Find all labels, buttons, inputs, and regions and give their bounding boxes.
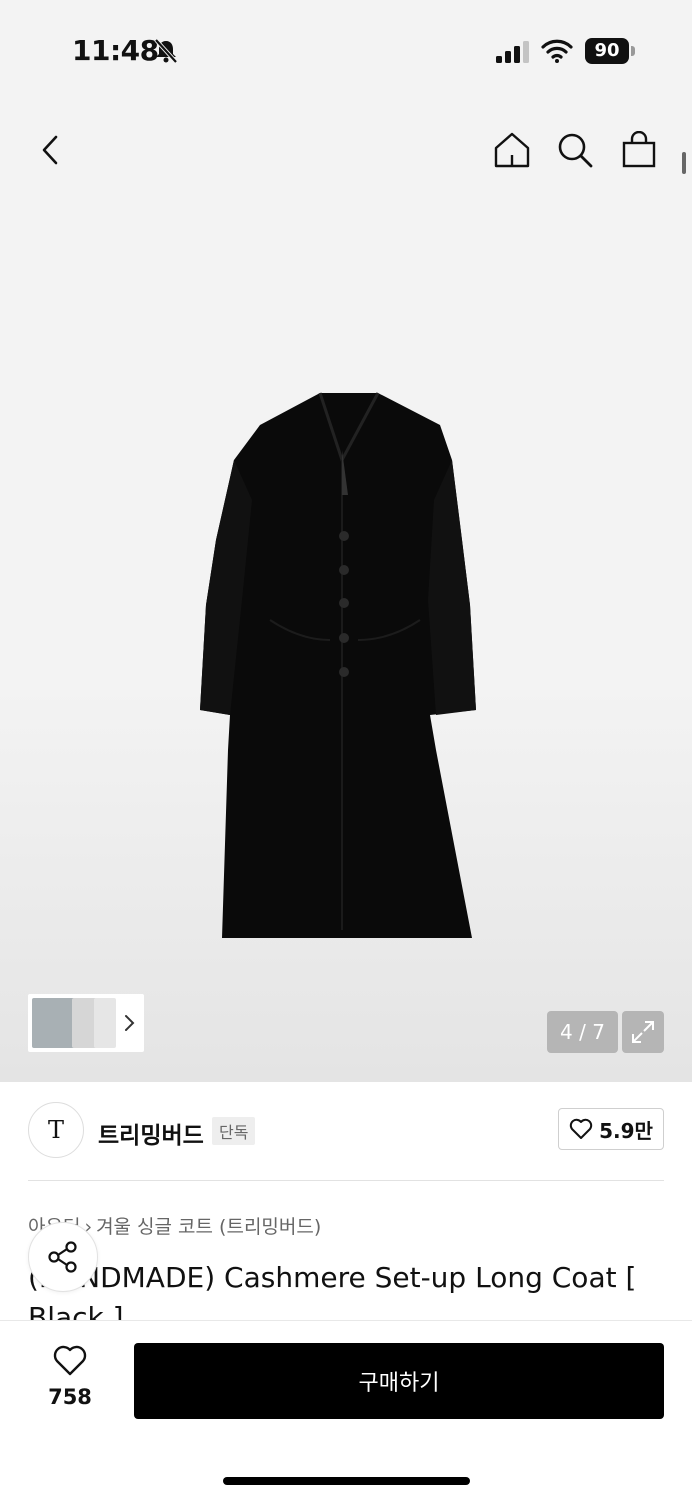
back-button[interactable] xyxy=(28,128,72,172)
expand-icon xyxy=(632,1021,654,1043)
breadcrumb-subcategory[interactable]: 겨울 싱글 코트 (트리밍버드) xyxy=(96,1216,321,1238)
search-icon xyxy=(558,133,593,168)
expand-button[interactable] xyxy=(622,1011,664,1053)
status-time: 11:48 xyxy=(72,34,159,67)
search-button[interactable] xyxy=(553,128,597,172)
product-title: (HANDMADE) Cashmere Set-up Long Coat [ B… xyxy=(28,1261,637,1320)
battery-icon: 90 xyxy=(585,38,635,64)
share-button[interactable] xyxy=(28,1222,98,1292)
home-icon xyxy=(494,132,530,168)
thumbnail-strip[interactable] xyxy=(28,994,144,1052)
wishlist-count: 758 xyxy=(48,1385,92,1409)
shopping-bag-icon xyxy=(622,131,656,168)
battery-level: 90 xyxy=(585,38,629,64)
chevron-left-icon xyxy=(42,135,58,165)
brand-like-count: 5.9만 xyxy=(599,1118,653,1143)
home-indicator[interactable] xyxy=(223,1477,470,1485)
brand-like-button[interactable]: 5.9만 xyxy=(558,1108,664,1150)
home-button[interactable] xyxy=(490,128,534,172)
thumbnail-1[interactable] xyxy=(32,998,76,1048)
image-counter: 4 / 7 xyxy=(547,1011,618,1053)
heart-icon xyxy=(569,1118,593,1139)
buy-button[interactable]: 구매하기 xyxy=(134,1343,664,1419)
wifi-icon xyxy=(541,39,573,63)
product-image xyxy=(200,392,476,938)
bell-slash-icon xyxy=(154,38,178,64)
brand-row[interactable]: T 트리밍버드 단독 5.9만 xyxy=(28,1102,664,1160)
wishlist-button[interactable]: 758 xyxy=(36,1345,104,1415)
brand-logo[interactable]: T xyxy=(28,1102,84,1158)
heart-icon xyxy=(53,1345,87,1376)
chevron-right-icon[interactable] xyxy=(122,1012,138,1034)
brand-name[interactable]: 트리밍버드 xyxy=(98,1116,204,1150)
status-bar: 11:48 90 xyxy=(0,0,692,100)
battery-tip xyxy=(631,46,635,56)
bottom-action-bar: 758 구매하기 xyxy=(0,1320,692,1500)
cart-button[interactable] xyxy=(617,128,661,172)
cellular-signal-icon xyxy=(496,41,529,63)
share-icon xyxy=(48,1241,77,1273)
thumbnail-3[interactable] xyxy=(94,998,116,1048)
exclusive-badge: 단독 xyxy=(212,1117,256,1145)
scroll-indicator xyxy=(682,152,686,174)
divider xyxy=(28,1180,664,1181)
product-image-gallery[interactable]: 4 / 7 xyxy=(0,100,692,1082)
